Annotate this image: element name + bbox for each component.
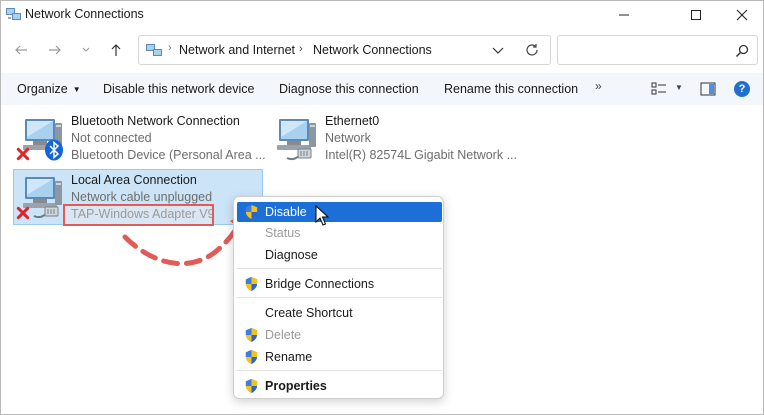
menu-item-disable[interactable]: Disable	[237, 202, 442, 222]
connection-device: Bluetooth Device (Personal Area ...	[71, 148, 266, 162]
connection-name: Ethernet0	[325, 114, 380, 128]
minimize-button[interactable]	[604, 1, 644, 29]
menu-item-label: Create Shortcut	[265, 306, 353, 320]
network-connections-app-icon	[6, 8, 21, 20]
window-title: Network Connections	[25, 7, 144, 21]
context-menu: Disable Status Diagnose Bridge Connectio…	[233, 196, 444, 399]
minimize-icon	[619, 14, 629, 16]
help-icon[interactable]: ?	[734, 81, 750, 97]
adapter-highlight-box	[63, 204, 214, 226]
breadcrumb-overflow-icon: ›	[168, 42, 172, 54]
menu-item-delete[interactable]: Delete	[237, 325, 442, 345]
ethernet-cable-icon	[285, 145, 315, 161]
menu-item-label: Properties	[265, 379, 327, 393]
uac-shield-icon	[244, 327, 259, 343]
connection-status: Not connected	[71, 131, 152, 145]
close-button[interactable]	[722, 1, 762, 29]
menu-item-label: Status	[265, 226, 301, 240]
organize-caret-icon: ▼	[72, 85, 81, 94]
back-button[interactable]	[10, 39, 32, 61]
view-options-caret-icon[interactable]: ▼	[675, 83, 683, 92]
maximize-icon	[691, 10, 701, 20]
connection-name: Bluetooth Network Connection	[71, 114, 240, 128]
connection-status: Network	[325, 131, 371, 145]
network-connections-window: Network Connections › Network and Intern…	[0, 0, 764, 415]
organize-label: Organize	[17, 82, 68, 96]
refresh-icon[interactable]	[524, 42, 540, 58]
maximize-button[interactable]	[676, 1, 716, 29]
menu-item-diagnose[interactable]: Diagnose	[237, 245, 442, 265]
mouse-pointer-icon	[315, 205, 329, 226]
chevron-down-icon	[82, 47, 90, 52]
uac-shield-icon	[244, 276, 259, 292]
menu-separator	[237, 370, 442, 371]
address-dropdown-icon[interactable]	[490, 42, 506, 58]
menu-item-label: Rename	[265, 350, 313, 364]
diagnose-connection-button[interactable]: Diagnose this connection	[279, 82, 419, 96]
menu-item-properties[interactable]: Properties	[237, 376, 442, 396]
breadcrumb-network-connections[interactable]: Network Connections	[313, 43, 432, 57]
breadcrumb-separator-icon[interactable]: ›	[299, 43, 303, 55]
back-arrow-icon	[15, 45, 27, 55]
lan-cable-icon	[32, 203, 62, 219]
connection-status: Network cable unplugged	[71, 190, 213, 204]
connection-item-bluetooth[interactable]: Bluetooth Network Connection Not connect…	[13, 111, 266, 167]
menu-item-status[interactable]: Status	[237, 223, 442, 243]
network-folder-icon	[146, 44, 162, 56]
preview-pane-icon[interactable]	[700, 82, 716, 96]
search-icon	[735, 44, 749, 58]
connection-item-ethernet0[interactable]: Ethernet0 Network Intel(R) 82574L Gigabi…	[267, 111, 517, 167]
change-view-icon[interactable]	[651, 82, 667, 96]
menu-item-label: Delete	[265, 328, 302, 342]
more-commands-button[interactable]: »	[595, 79, 602, 93]
menu-separator	[237, 268, 442, 269]
title-bar: Network Connections	[1, 1, 763, 29]
disconnected-x-icon	[16, 206, 30, 220]
organize-button[interactable]: Organize ▼	[17, 82, 81, 96]
forward-arrow-icon	[49, 45, 61, 55]
breadcrumb-network-and-internet[interactable]: Network and Internet	[179, 43, 295, 57]
menu-item-label: Disable	[265, 205, 307, 219]
recent-locations-button[interactable]	[75, 39, 97, 61]
menu-item-label: Diagnose	[265, 248, 318, 262]
up-button[interactable]	[105, 39, 127, 61]
connection-name: Local Area Connection	[71, 173, 197, 187]
disconnected-x-icon	[16, 147, 30, 161]
menu-item-bridge-connections[interactable]: Bridge Connections	[237, 274, 442, 294]
disable-device-button[interactable]: Disable this network device	[103, 82, 254, 96]
close-icon	[736, 9, 748, 21]
connection-device: Intel(R) 82574L Gigabit Network ...	[325, 148, 517, 162]
menu-separator	[237, 297, 442, 298]
rename-connection-button[interactable]: Rename this connection	[444, 82, 578, 96]
uac-shield-icon	[244, 204, 259, 220]
address-bar[interactable]: › Network and Internet › Network Connect…	[138, 35, 551, 65]
uac-shield-icon	[244, 378, 259, 394]
menu-item-rename[interactable]: Rename	[237, 347, 442, 367]
search-input[interactable]	[557, 35, 758, 65]
menu-item-label: Bridge Connections	[265, 277, 375, 291]
uac-shield-icon	[244, 349, 259, 365]
forward-button[interactable]	[44, 39, 66, 61]
bluetooth-icon	[45, 139, 63, 161]
up-arrow-icon	[111, 44, 121, 56]
command-bar: Organize ▼ Disable this network device Di…	[1, 73, 763, 105]
menu-item-create-shortcut[interactable]: Create Shortcut	[237, 303, 442, 323]
